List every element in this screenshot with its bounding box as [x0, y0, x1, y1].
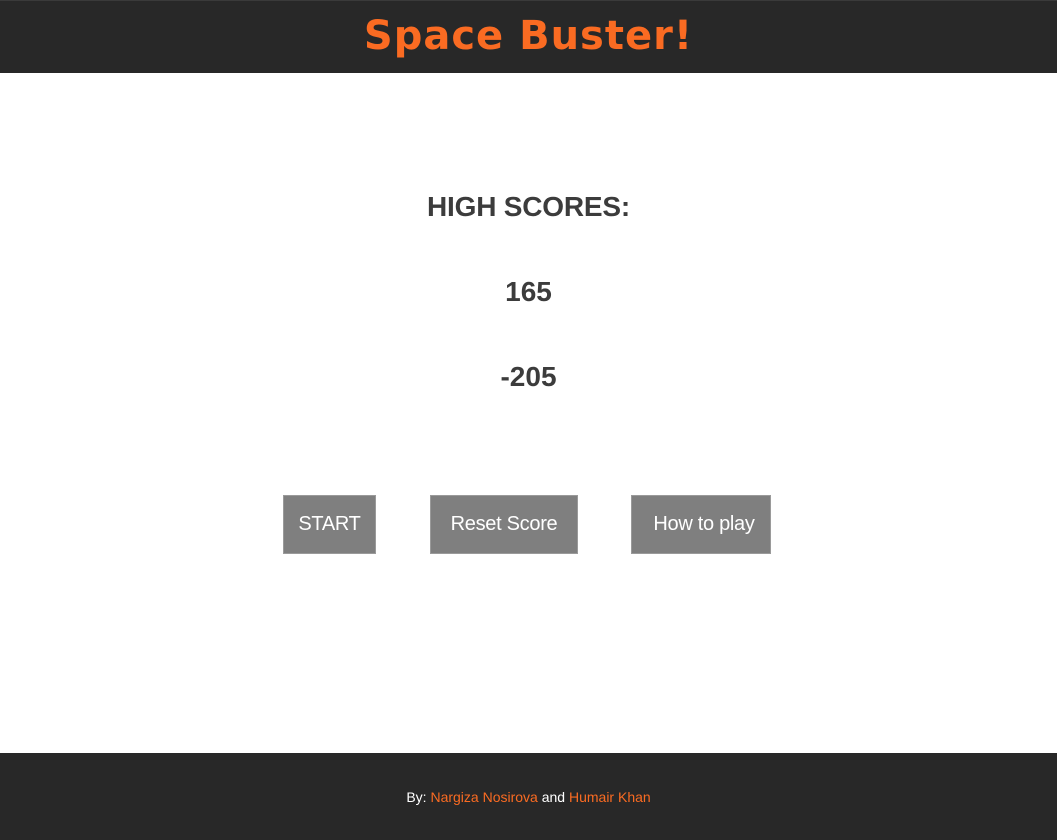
author-link-nargiza[interactable]: Nargiza Nosirova [430, 789, 537, 805]
header-bar: Space Buster! [0, 0, 1057, 73]
high-score-value: -205 [500, 361, 557, 392]
page-title: Space Buster! [363, 13, 694, 59]
how-to-play-button[interactable]: How to play [631, 495, 771, 554]
footer-bar: By: Nargiza Nosirova and Humair Khan [0, 753, 1057, 840]
high-score-value: 165 [505, 276, 552, 307]
start-button[interactable]: START [283, 495, 376, 554]
reset-score-button[interactable]: Reset Score [430, 495, 578, 554]
high-scores-heading: HIGH SCORES: [427, 191, 630, 222]
footer-and-label: and [537, 788, 569, 805]
author-link-humair[interactable]: Humair Khan [569, 789, 651, 805]
footer-by-label: By: [406, 788, 431, 805]
main-content: HIGH SCORES: 165 -205 START Reset Score … [0, 73, 1057, 753]
